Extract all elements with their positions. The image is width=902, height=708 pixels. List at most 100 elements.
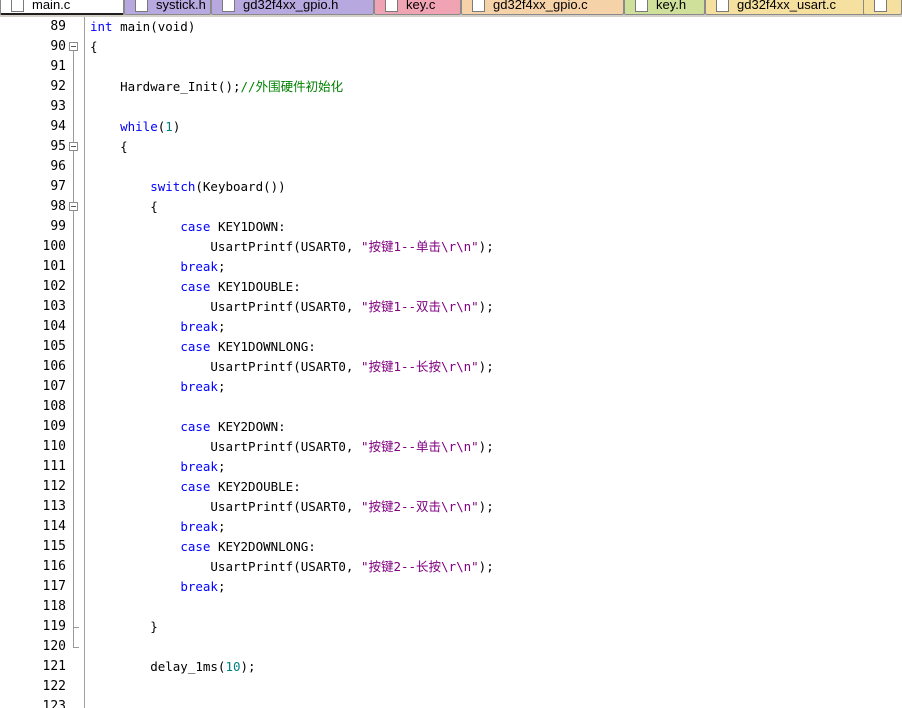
code-line[interactable]: {: [90, 37, 98, 57]
code-token: break: [180, 459, 218, 474]
code-token: (Keyboard()): [195, 179, 286, 194]
code-line[interactable]: break;: [90, 577, 225, 597]
line-number: 121: [42, 659, 66, 674]
code-line[interactable]: switch(Keyboard()): [90, 177, 286, 197]
code-line[interactable]: UsartPrintf(USART0, "按键1--单击\r\n");: [90, 237, 493, 257]
code-line[interactable]: UsartPrintf(USART0, "按键2--单击\r\n");: [90, 437, 493, 457]
file-icon: [135, 0, 148, 12]
code-token: UsartPrintf(USART0,: [90, 499, 361, 514]
collapse-fold-icon[interactable]: [69, 142, 78, 151]
code-line[interactable]: Hardware_Init();//外围硬件初始化: [90, 77, 343, 97]
code-text-area[interactable]: int main(void) { Hardware_Init();//外围硬件初始…: [85, 17, 902, 708]
code-line[interactable]: break;: [90, 257, 225, 277]
code-editor[interactable]: 89 90 91 92 93 94 95 96 97 98 99 100 101 102 103 104 105…: [0, 17, 902, 708]
code-token: UsartPrintf(USART0,: [90, 559, 361, 574]
code-line[interactable]: break;: [90, 377, 225, 397]
tab-7[interactable]: gd32f4xx_usart.c: [705, 0, 868, 15]
file-icon: [472, 0, 485, 12]
code-token: {: [90, 139, 128, 154]
tab-label: gd32f4xx_gpio.h: [243, 0, 339, 12]
file-icon: [635, 0, 648, 12]
code-line[interactable]: UsartPrintf(USART0, "按键1--长按\r\n");: [90, 357, 493, 377]
code-token: ;: [217, 259, 226, 274]
code-token: );: [478, 499, 494, 514]
line-number: 122: [42, 679, 66, 694]
code-token: break: [180, 579, 218, 594]
code-token: "按键2--长按\r\n": [360, 559, 479, 574]
code-line[interactable]: case KEY2DOWN:: [90, 417, 285, 437]
code-token: KEY1DOUBLE:: [210, 279, 301, 294]
code-token: }: [90, 619, 158, 634]
code-line[interactable]: {: [90, 197, 158, 217]
code-line[interactable]: int main(void): [90, 17, 195, 37]
code-line[interactable]: UsartPrintf(USART0, "按键2--双击\r\n");: [90, 497, 494, 517]
line-number: 89: [50, 19, 66, 34]
tab-label: gd32f4xx_gpio.c: [493, 0, 588, 12]
line-number: 96: [50, 159, 66, 174]
collapse-fold-icon[interactable]: [69, 42, 78, 51]
code-line[interactable]: {: [90, 137, 128, 157]
line-number: 115: [42, 539, 66, 554]
code-line[interactable]: case KEY1DOWN:: [90, 217, 285, 237]
tab-3[interactable]: gd32f4xx_gpio.h: [211, 0, 374, 15]
code-token: );: [478, 559, 494, 574]
code-line[interactable]: }: [90, 617, 158, 637]
line-number: 113: [42, 499, 66, 514]
line-number: 109: [42, 419, 66, 434]
tab-1[interactable]: main.c: [0, 0, 124, 15]
code-token: "按键2--单击\r\n": [360, 439, 479, 454]
code-line[interactable]: case KEY2DOUBLE:: [90, 477, 300, 497]
code-token: {: [90, 199, 158, 214]
code-line[interactable]: UsartPrintf(USART0, "按键2--长按\r\n");: [90, 557, 494, 577]
tab-4[interactable]: key.c: [374, 0, 461, 15]
code-token: while: [120, 119, 158, 134]
tab-6[interactable]: key.h: [624, 0, 705, 15]
code-line[interactable]: delay_1ms(10);: [90, 657, 255, 677]
fold-guide-line: [73, 47, 74, 647]
code-line[interactable]: UsartPrintf(USART0, "按键1--双击\r\n");: [90, 297, 493, 317]
line-number: 110: [42, 439, 66, 454]
code-token: ): [172, 119, 181, 134]
line-number: 111: [42, 459, 66, 474]
code-token: Hardware_Init();: [90, 79, 241, 94]
tab-2[interactable]: systick.h: [124, 0, 211, 15]
code-line[interactable]: while(1): [90, 117, 180, 137]
line-number: 120: [42, 639, 66, 654]
code-token: delay_1ms(: [90, 659, 226, 674]
tab-8[interactable]: [863, 0, 902, 15]
line-number: 107: [42, 379, 66, 394]
code-line[interactable]: break;: [90, 457, 225, 477]
tab-label: gd32f4xx_usart.c: [737, 0, 837, 12]
code-token: ;: [217, 579, 226, 594]
code-token: case: [180, 219, 211, 234]
tab-5[interactable]: gd32f4xx_gpio.c: [461, 0, 624, 15]
code-token: ;: [217, 319, 226, 334]
code-token: KEY1DOWNLONG:: [210, 339, 316, 354]
file-icon: [385, 0, 398, 12]
code-token: "按键1--双击\r\n": [360, 299, 479, 314]
code-token: ;: [217, 519, 226, 534]
code-line[interactable]: case KEY2DOWNLONG:: [90, 537, 315, 557]
code-line[interactable]: break;: [90, 517, 225, 537]
file-icon: [222, 0, 235, 12]
tab-label: main.c: [32, 0, 71, 12]
line-number: 105: [42, 339, 66, 354]
collapse-fold-icon[interactable]: [69, 202, 78, 211]
code-token: case: [180, 479, 211, 494]
line-number: 98: [50, 199, 66, 214]
code-line[interactable]: case KEY1DOUBLE:: [90, 277, 301, 297]
line-number: 117: [42, 579, 66, 594]
code-token: case: [180, 279, 211, 294]
code-line[interactable]: break;: [90, 317, 225, 337]
code-line[interactable]: case KEY1DOWNLONG:: [90, 337, 316, 357]
